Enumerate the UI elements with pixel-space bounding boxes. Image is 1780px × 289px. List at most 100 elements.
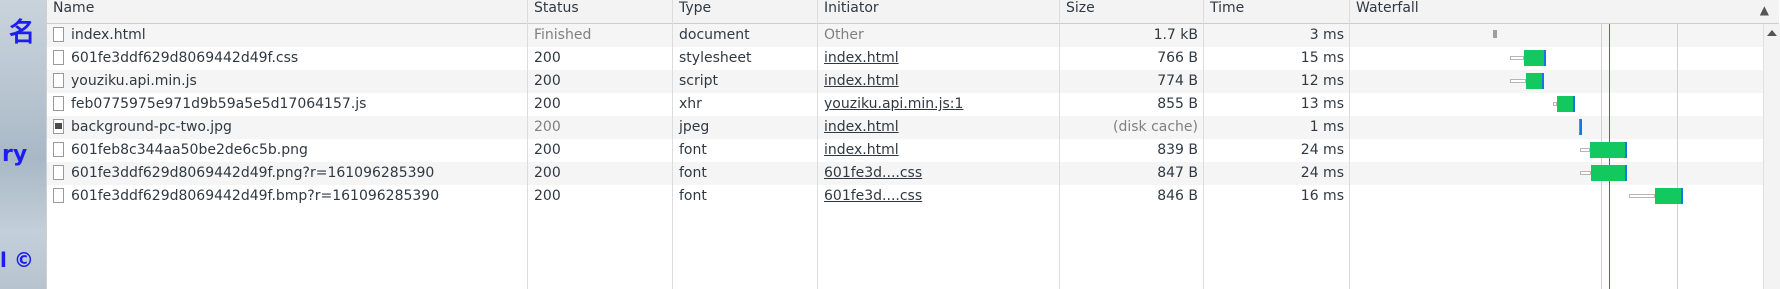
cell-initiator[interactable]: youziku.api.min.js:1 xyxy=(818,93,1060,116)
cell-type: font xyxy=(673,139,818,162)
waterfall-bar[interactable] xyxy=(1487,27,1715,43)
size-text: 839 B xyxy=(1157,142,1198,158)
cell-size: (disk cache) xyxy=(1060,116,1204,139)
cell-name: 601fe3ddf629d8069442d49f.css xyxy=(47,47,528,70)
cell-initiator[interactable]: index.html xyxy=(818,70,1060,93)
sort-ascending-icon[interactable]: ▲ xyxy=(1760,3,1769,17)
time-text: 16 ms xyxy=(1300,188,1344,204)
size-text: (disk cache) xyxy=(1112,119,1198,135)
column-header-name[interactable]: Name xyxy=(47,0,528,23)
waterfall-bar[interactable] xyxy=(1487,119,1715,135)
status-text: 200 xyxy=(534,165,561,181)
cell-initiator[interactable]: index.html xyxy=(818,47,1060,70)
name-text: 601feb8c344aa50be2de6c5b.png xyxy=(71,142,308,158)
column-header-type[interactable]: Type xyxy=(673,0,818,23)
scrollbar-track[interactable] xyxy=(1763,24,1780,289)
type-text: font xyxy=(679,188,707,204)
cell-status: 200 xyxy=(528,116,673,139)
time-text: 12 ms xyxy=(1300,73,1344,89)
size-text: 855 B xyxy=(1157,96,1198,112)
status-text: Finished xyxy=(534,27,592,43)
column-header-size[interactable]: Size xyxy=(1060,0,1204,23)
waterfall-bar[interactable] xyxy=(1487,96,1715,112)
document-icon xyxy=(53,96,64,111)
initiator-text: 601fe3d....css xyxy=(824,188,923,204)
initiator-text: index.html xyxy=(824,73,899,89)
cell-initiator[interactable]: 601fe3d....css xyxy=(818,185,1060,208)
cell-size: 766 B xyxy=(1060,47,1204,70)
column-header-status[interactable]: Status xyxy=(528,0,673,23)
initiator-text: youziku.api.min.js:1 xyxy=(824,96,964,112)
cell-name: 601fe3ddf629d8069442d49f.bmp?r=161096285… xyxy=(47,185,528,208)
page-background-strip: 名 ry l © xyxy=(0,0,47,289)
page-text-fragment: l © xyxy=(0,248,34,272)
waterfall-bar[interactable] xyxy=(1487,142,1715,158)
document-icon xyxy=(53,165,64,180)
waterfall-bar[interactable] xyxy=(1487,165,1715,181)
scroll-up-arrow-icon[interactable] xyxy=(1767,30,1777,36)
cell-size: 855 B xyxy=(1060,93,1204,116)
name-text: 601fe3ddf629d8069442d49f.css xyxy=(71,50,299,66)
waterfall-bar[interactable] xyxy=(1487,188,1715,204)
type-text: xhr xyxy=(679,96,702,112)
document-icon xyxy=(53,73,64,88)
name-text: feb0775975e971d9b59a5e5d17064157.js xyxy=(71,96,367,112)
cell-initiator[interactable]: 601fe3d....css xyxy=(818,162,1060,185)
status-text: 200 xyxy=(534,50,561,66)
cell-type: document xyxy=(673,24,818,47)
page-text-fragment: 名 xyxy=(9,18,36,48)
cell-time: 16 ms xyxy=(1204,185,1350,208)
cell-time: 1 ms xyxy=(1204,116,1350,139)
cell-type: script xyxy=(673,70,818,93)
cell-name: youziku.api.min.js xyxy=(47,70,528,93)
waterfall-bar[interactable] xyxy=(1487,73,1715,89)
type-text: font xyxy=(679,165,707,181)
time-text: 24 ms xyxy=(1300,165,1344,181)
cell-time: 15 ms xyxy=(1204,47,1350,70)
cell-size: 846 B xyxy=(1060,185,1204,208)
column-header-initiator[interactable]: Initiator xyxy=(818,0,1060,23)
cell-name: background-pc-two.jpg xyxy=(47,116,528,139)
cell-initiator[interactable]: index.html xyxy=(818,139,1060,162)
type-text: jpeg xyxy=(679,119,710,135)
initiator-text: 601fe3d....css xyxy=(824,165,923,181)
cell-type: font xyxy=(673,162,818,185)
time-text: 3 ms xyxy=(1309,27,1344,43)
initiator-text: index.html xyxy=(824,119,899,135)
time-text: 13 ms xyxy=(1300,96,1344,112)
type-text: script xyxy=(679,73,719,89)
image-icon xyxy=(53,119,64,134)
name-text: index.html xyxy=(71,27,146,43)
status-text: 200 xyxy=(534,188,561,204)
time-text: 24 ms xyxy=(1300,142,1344,158)
cell-size: 774 B xyxy=(1060,70,1204,93)
cell-status: 200 xyxy=(528,47,673,70)
size-text: 766 B xyxy=(1157,50,1198,66)
status-text: 200 xyxy=(534,119,561,135)
type-text: font xyxy=(679,142,707,158)
column-header-waterfall[interactable]: Waterfall xyxy=(1350,0,1550,23)
initiator-text: index.html xyxy=(824,50,899,66)
waterfall-bar[interactable] xyxy=(1487,50,1715,66)
cell-time: 13 ms xyxy=(1204,93,1350,116)
size-text: 1.7 kB xyxy=(1153,27,1198,43)
type-text: stylesheet xyxy=(679,50,752,66)
cell-initiator[interactable]: index.html xyxy=(818,116,1060,139)
cell-status: 200 xyxy=(528,70,673,93)
cell-type: font xyxy=(673,185,818,208)
document-icon xyxy=(53,27,64,42)
cell-status: 200 xyxy=(528,162,673,185)
cell-time: 12 ms xyxy=(1204,70,1350,93)
status-text: 200 xyxy=(534,96,561,112)
cell-time: 3 ms xyxy=(1204,24,1350,47)
size-text: 774 B xyxy=(1157,73,1198,89)
cell-status: 200 xyxy=(528,139,673,162)
cell-size: 847 B xyxy=(1060,162,1204,185)
status-text: 200 xyxy=(534,142,561,158)
document-icon xyxy=(53,188,64,203)
cell-type: stylesheet xyxy=(673,47,818,70)
column-header-time[interactable]: Time xyxy=(1204,0,1350,23)
initiator-text: Other xyxy=(824,27,864,43)
page-text-fragment: ry xyxy=(2,142,28,167)
cell-size: 839 B xyxy=(1060,139,1204,162)
